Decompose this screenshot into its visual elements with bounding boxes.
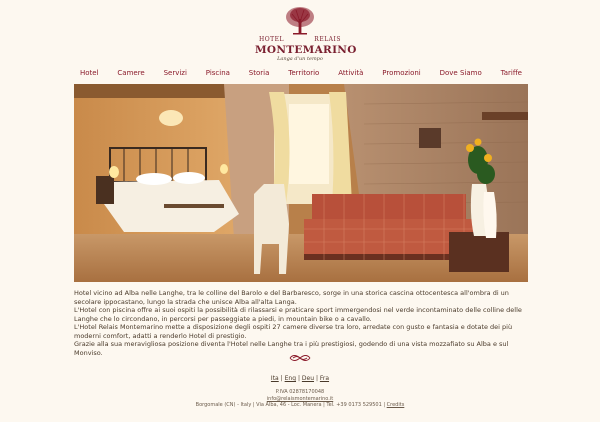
nav-tariffe[interactable]: Tariffe [495, 69, 528, 82]
tree-logo-icon [286, 7, 314, 35]
ornament-icon [289, 355, 311, 361]
nav-dove-siamo[interactable]: Dove Siamo [434, 69, 488, 82]
address: Borgomale (CN) - Italy | Via Alba, 46 - … [195, 402, 386, 408]
nav-piscina[interactable]: Piscina [200, 69, 236, 82]
language-selector: Ita | Eng | Deu | Fra [0, 375, 600, 382]
hotel-room-image [74, 84, 528, 282]
intro-paragraph-3: L'Hotel Relais Montemarino mette a dispo… [74, 323, 513, 340]
separator: | [280, 375, 283, 382]
credits-link[interactable]: Credits [387, 402, 405, 408]
nav-camere[interactable]: Camere [111, 69, 150, 82]
nav-attivita[interactable]: Attività [332, 69, 369, 82]
lang-deu-link[interactable]: Deu [302, 375, 314, 382]
separator: | [297, 375, 300, 382]
lang-ita-link[interactable]: Ita [271, 375, 279, 382]
email-link[interactable]: info@relaismontemarino.it [267, 396, 333, 402]
intro-paragraph-2: L'Hotel con piscina offre ai suoi ospiti… [74, 306, 522, 323]
nav-servizi[interactable]: Servizi [158, 69, 193, 82]
main-nav: Hotel Camere Servizi Piscina Storia Terr… [74, 69, 528, 82]
intro-text: Hotel vicino ad Alba nelle Langhe, tra l… [74, 289, 532, 357]
logo-hotel-text: HOTEL [259, 36, 285, 43]
nav-storia[interactable]: Storia [243, 69, 276, 82]
logo[interactable]: HOTEL RELAIS MONTEMARINO Langa d'un temp… [255, 6, 357, 62]
separator: | [315, 375, 318, 382]
intro-paragraph-1: Hotel vicino ad Alba nelle Langhe, tra l… [74, 289, 509, 306]
logo-relais-text: RELAIS [314, 36, 341, 43]
lang-eng-link[interactable]: Eng [285, 375, 296, 382]
nav-territorio[interactable]: Territorio [282, 69, 325, 82]
nav-promozioni[interactable]: Promozioni [376, 69, 427, 82]
logo-tagline: Langa d'un tempo [277, 56, 323, 62]
footer: P.IVA 02878170048 info@relaismontemarino… [0, 389, 600, 409]
nav-hotel[interactable]: Hotel [74, 69, 105, 82]
logo-name: MONTEMARINO [255, 44, 357, 56]
lang-fra-link[interactable]: Fra [320, 375, 329, 382]
hero-photo [74, 84, 528, 282]
